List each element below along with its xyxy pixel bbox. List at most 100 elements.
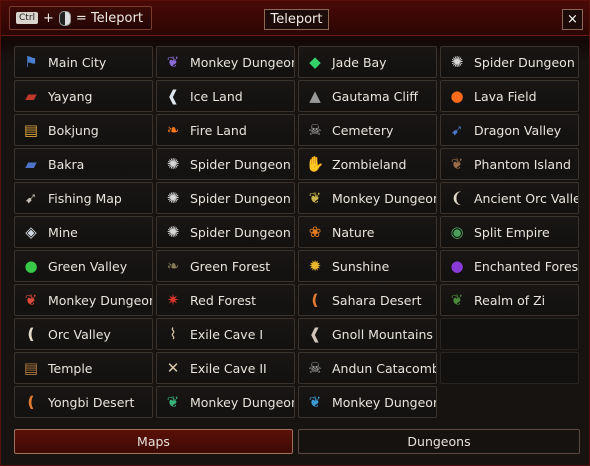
teleport-location[interactable]: ❨ Ancient Orc Valley: [440, 182, 579, 214]
teleport-location[interactable]: ● Enchanted Forest: [440, 250, 579, 282]
crystal-icon: ◈: [25, 223, 37, 241]
teleport-location[interactable]: ❧ Fire Land: [156, 114, 295, 146]
location-label: Realm of Zi: [474, 292, 546, 308]
location-label: Gnoll Mountains: [332, 326, 433, 342]
hint-text: = Teleport: [75, 10, 143, 26]
teleport-grid: ⚑ Main City ❦ Monkey Dungeon II ◆ Jade Bay ✺ Sp…: [14, 46, 580, 420]
tab-maps[interactable]: Maps: [14, 429, 293, 454]
blue-scroll-icon: ▰: [25, 155, 37, 173]
mouse-icon: [58, 10, 71, 26]
teleport-location[interactable]: ❦ Realm of Zi: [440, 284, 579, 316]
location-label: Exile Cave I: [190, 326, 264, 342]
skull-icon: ☠: [308, 121, 322, 139]
teleport-location[interactable]: ✋ Zombieland: [298, 148, 437, 180]
jade-gem-icon: ◆: [309, 53, 321, 71]
location-label: Temple: [48, 360, 93, 376]
teleport-location[interactable]: ➹ Fishing Map: [14, 182, 153, 214]
location-label: Cemetery: [332, 122, 394, 138]
location-label: Jade Bay: [332, 54, 387, 70]
teleport-location[interactable]: ✺ Spider Dungeon 1: [156, 148, 295, 180]
tab-dungeons[interactable]: Dungeons: [298, 429, 580, 454]
teleport-location[interactable]: ❪ Yongbi Desert: [14, 386, 153, 418]
globe-icon: ◉: [450, 223, 464, 241]
teleport-location[interactable]: ➹ Dragon Valley: [440, 114, 579, 146]
teleport-location[interactable]: ⌇ Exile Cave I: [156, 318, 295, 350]
location-label: Bakra: [48, 156, 85, 172]
teleport-location[interactable]: ❪ Orc Valley: [14, 318, 153, 350]
location-label: Green Forest: [190, 258, 271, 274]
location-label: Spider Dungeon 3: [190, 224, 295, 240]
teleport-location[interactable]: ● Green Valley: [14, 250, 153, 282]
teleport-location[interactable]: ✹ Sunshine: [298, 250, 437, 282]
teleport-location[interactable]: ▰ Yayang: [14, 80, 153, 112]
teleport-location[interactable]: ◆ Jade Bay: [298, 46, 437, 78]
keybind-hint: Ctrl + = Teleport: [9, 6, 152, 30]
teleport-location[interactable]: ⚑ Main City: [14, 46, 153, 78]
zombie-icon: ✋: [305, 155, 325, 173]
location-label: Monkey Dungeon I: [48, 292, 153, 308]
teleport-location[interactable]: ▤ Bokjung: [14, 114, 153, 146]
location-label: Gautama Cliff: [332, 88, 418, 104]
teleport-location[interactable]: ✺ Spider Dungeon 4: [440, 46, 579, 78]
location-label: Monkey Dungeon IV: [332, 190, 437, 206]
spider-web-icon: ✺: [450, 53, 464, 71]
teleport-location[interactable]: ✺ Spider Dungeon 3: [156, 216, 295, 248]
spider-web-icon: ✺: [166, 223, 180, 241]
teleport-location[interactable]: ❦ Phantom Island: [440, 148, 579, 180]
location-label: Fishing Map: [48, 190, 122, 206]
skull-icon: ☠: [308, 359, 322, 377]
fire-feather-icon: ❧: [166, 121, 180, 139]
location-label: Ancient Orc Valley: [474, 190, 579, 206]
crossed-bones-icon: ✕: [166, 359, 180, 377]
location-label: Sunshine: [332, 258, 390, 274]
teleport-location[interactable]: ❰ Gnoll Mountains: [298, 318, 437, 350]
teleport-location[interactable]: ✕ Exile Cave II: [156, 352, 295, 384]
teleport-location[interactable]: ● Lava Field: [440, 80, 579, 112]
spider-web-icon: ✺: [166, 189, 180, 207]
fish-icon: ➹: [24, 189, 38, 207]
teleport-location[interactable]: ☠ Andun Catacombs: [298, 352, 437, 384]
teleport-location[interactable]: ❦ Monkey Dungeon II: [156, 46, 295, 78]
teleport-location[interactable]: ◈ Mine: [14, 216, 153, 248]
sun-icon: ✹: [308, 257, 322, 275]
teleport-location[interactable]: ❦ Monkey Dungeon IV: [298, 182, 437, 214]
location-label: Nature: [332, 224, 375, 240]
teleport-location[interactable]: ❰ Ice Land: [156, 80, 295, 112]
teleport-location[interactable]: ❦ Monkey Dungeon I: [14, 284, 153, 316]
teleport-location[interactable]: ❧ Green Forest: [156, 250, 295, 282]
branch-icon: ❧: [166, 257, 180, 275]
vine-icon: ❦: [450, 291, 464, 309]
teleport-location[interactable]: ▤ Temple: [14, 352, 153, 384]
location-label: Monkey Dungeon V: [332, 394, 437, 410]
close-button[interactable]: ×: [562, 9, 583, 30]
empty-slot: [440, 352, 579, 384]
location-label: Red Forest: [190, 292, 257, 308]
purple-orb-icon: ●: [450, 257, 464, 275]
phantom-icon: ❦: [450, 155, 464, 173]
teleport-location[interactable]: ❦ Monkey Dungeon V: [298, 386, 437, 418]
banner-icon: ⚑: [24, 53, 38, 71]
teleport-location[interactable]: ✺ Spider Dungeon 2: [156, 182, 295, 214]
teleport-location[interactable]: ◉ Split Empire: [440, 216, 579, 248]
teleport-location[interactable]: ❪ Sahara Desert: [298, 284, 437, 316]
teleport-location[interactable]: ✷ Red Forest: [156, 284, 295, 316]
titlebar: Ctrl + = Teleport Teleport ×: [1, 1, 589, 36]
teleport-location[interactable]: ☠ Cemetery: [298, 114, 437, 146]
claw-icon: ❰: [308, 325, 322, 343]
horn-icon: ❪: [24, 325, 38, 343]
fire-orb-icon: ●: [450, 87, 464, 105]
location-label: Spider Dungeon 1: [190, 156, 295, 172]
teleport-location[interactable]: ▰ Bakra: [14, 148, 153, 180]
location-label: Dragon Valley: [474, 122, 562, 138]
scroll-icon: ▰: [25, 87, 37, 105]
teleport-location[interactable]: ❦ Monkey Dungeon II: [156, 386, 295, 418]
teleport-window: Ctrl + = Teleport Teleport × ⚑ Main City ❦…: [0, 0, 590, 466]
green-potion-icon: ●: [24, 257, 38, 275]
teleport-location[interactable]: ▲ Gautama Cliff: [298, 80, 437, 112]
empty-slot: [440, 318, 579, 350]
location-label: Mine: [48, 224, 78, 240]
teleport-location[interactable]: ❀ Nature: [298, 216, 437, 248]
location-label: Split Empire: [474, 224, 550, 240]
red-branch-icon: ✷: [166, 291, 180, 309]
category-tabs: Maps Dungeons: [14, 429, 580, 454]
